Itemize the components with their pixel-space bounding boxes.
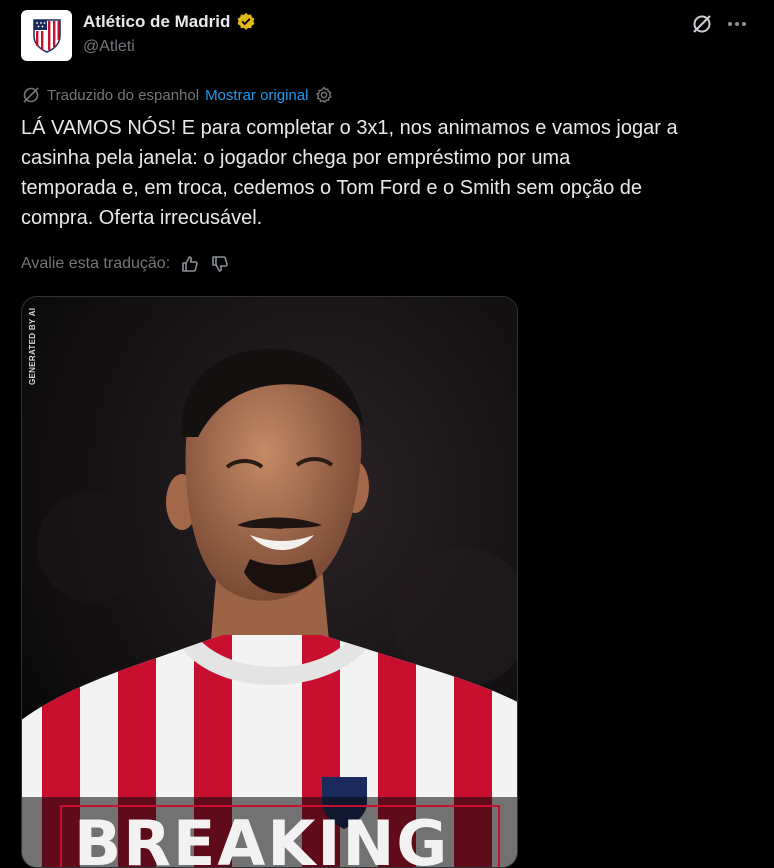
thumbs-up-icon[interactable] (180, 254, 200, 274)
translate-icon (21, 85, 41, 105)
tweet-text: LÁ VAMOS NÓS! E para completar o 3x1, no… (21, 117, 678, 229)
gear-icon[interactable] (314, 85, 334, 105)
tweet-media-image[interactable]: GENERATED BY AI BREAKING (21, 296, 518, 868)
account-name[interactable]: Atlético de Madrid (83, 12, 230, 32)
thumbs-down-icon[interactable] (210, 254, 230, 274)
account-handle[interactable]: @Atleti (83, 38, 135, 56)
more-icon[interactable] (724, 12, 750, 36)
rate-translation-row: Avalie esta tradução: (21, 254, 230, 274)
tweet: Atlético de Madrid @Atleti Traduzido do … (0, 0, 774, 868)
atletico-crest-icon (32, 18, 61, 53)
player-photo (22, 297, 517, 867)
account-name-row[interactable]: Atlético de Madrid (83, 12, 256, 32)
show-original-link[interactable]: Mostrar original (205, 87, 308, 104)
verified-badge-icon[interactable] (236, 12, 256, 32)
rate-translation-label: Avalie esta tradução: (21, 255, 171, 272)
breaking-banner: BREAKING (60, 805, 500, 868)
translated-from-label: Traduzido do espanhol (47, 86, 200, 104)
grok-icon[interactable] (690, 12, 714, 36)
translation-row: Traduzido do espanhol Mostrar original (21, 85, 334, 105)
ai-generated-tag: GENERATED BY AI (28, 307, 37, 385)
breaking-headline: BREAKING (74, 807, 450, 868)
avatar[interactable] (21, 10, 72, 61)
